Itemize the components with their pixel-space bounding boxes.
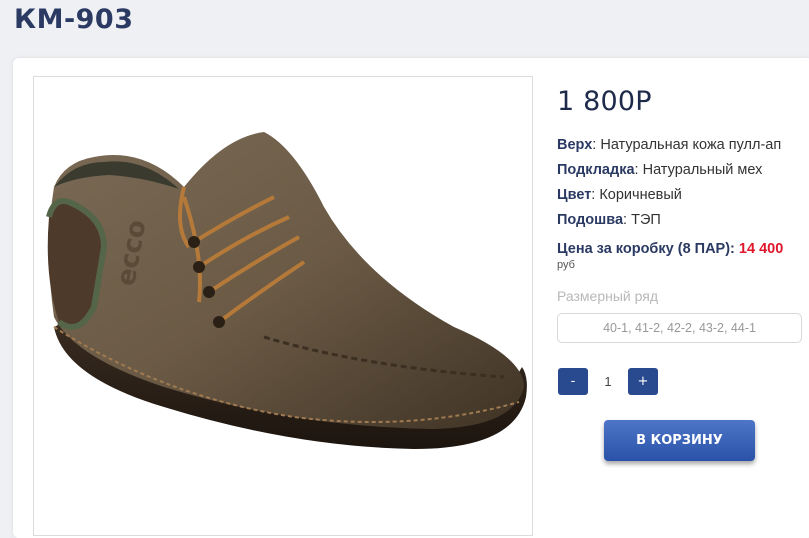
quantity-value[interactable]: 1 [590, 368, 626, 395]
page-title: КМ-903 [14, 4, 134, 35]
product-price: 1 800Р [557, 86, 652, 117]
spec-label: Подкладка [557, 162, 635, 178]
shoe-image: ecco [46, 132, 527, 449]
box-price: Цена за коробку (8 ПАР): 14 400 [557, 241, 783, 257]
product-image[interactable]: ecco [33, 76, 533, 536]
spec-upper: Верх: Натуральная кожа пулл-ап [557, 137, 782, 153]
spec-value: ТЭП [631, 212, 661, 228]
quantity-minus-button[interactable]: - [558, 368, 588, 395]
spec-sole: Подошва: ТЭП [557, 212, 661, 228]
currency-label: руб [557, 259, 575, 271]
spec-value: Натуральный мех [642, 162, 763, 178]
quantity-plus-button[interactable]: + [628, 368, 658, 395]
spec-lining: Подкладка: Натуральный мех [557, 162, 763, 178]
box-price-label: Цена за коробку (8 ПАР): [557, 241, 735, 257]
add-to-cart-button[interactable]: В КОРЗИНУ [604, 420, 755, 461]
spec-value: Натуральная кожа пулл-ап [600, 137, 782, 153]
size-range-select[interactable]: 40-1, 41-2, 42-2, 43-2, 44-1 [557, 313, 802, 343]
spec-color: Цвет: Коричневый [557, 187, 682, 203]
spec-value: Коричневый [599, 187, 682, 203]
spec-label: Верх [557, 137, 593, 153]
box-price-value: 14 400 [738, 241, 784, 257]
size-range-label: Размерный ряд [557, 288, 659, 304]
spec-label: Подошва [557, 212, 624, 228]
spec-label: Цвет [557, 187, 592, 203]
